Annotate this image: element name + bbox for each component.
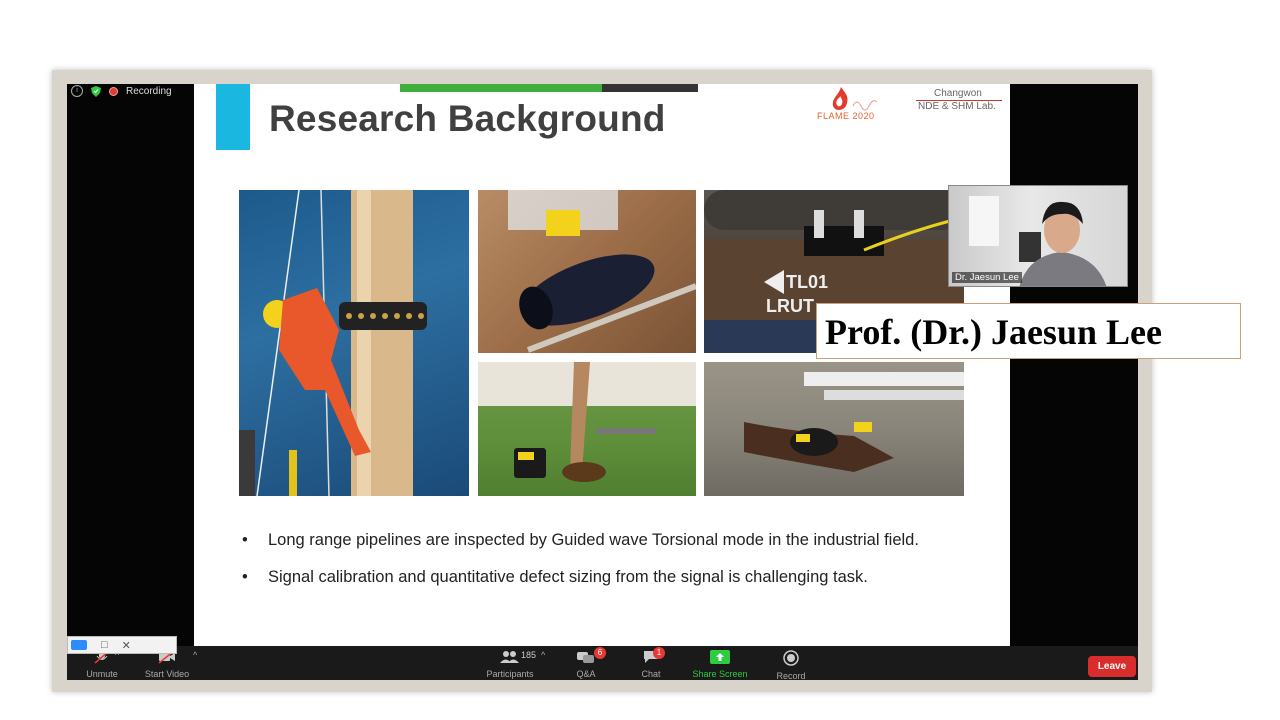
mini-window-controls: □ ✕ xyxy=(67,636,177,654)
meeting-toolbar: Unmute ^ Start Video ^ 185 Participants … xyxy=(67,646,1138,680)
photo-offshore-pile xyxy=(239,190,469,496)
start-video-label: Start Video xyxy=(144,669,190,679)
pipe-marking-tl01: TL01 xyxy=(786,272,828,292)
unmute-label: Unmute xyxy=(86,669,118,679)
share-screen-label: Share Screen xyxy=(692,669,748,679)
photo-pipe-on-grass xyxy=(478,362,696,496)
recording-label: Recording xyxy=(126,85,172,97)
chat-button[interactable]: 1 Chat xyxy=(637,647,665,679)
shield-icon[interactable] xyxy=(91,85,101,97)
participants-label: Participants xyxy=(486,669,534,679)
participants-chevron-icon[interactable]: ^ xyxy=(541,650,545,660)
speaker-name-caption: Prof. (Dr.) Jaesun Lee xyxy=(816,303,1241,359)
zoom-logo-icon xyxy=(71,640,87,650)
lab-name-line1: Changwon xyxy=(934,88,982,99)
recording-icon xyxy=(109,86,118,96)
zoom-window: i Recording Research Background FLAME 20… xyxy=(67,84,1138,680)
qa-button[interactable]: 6 Q&A xyxy=(572,647,606,679)
participants-icon xyxy=(500,651,519,663)
bullet-item: • Signal calibration and quantitative de… xyxy=(239,561,959,594)
start-video-button[interactable]: Start Video xyxy=(137,650,197,679)
chat-badge: 1 xyxy=(653,647,665,659)
info-icon[interactable]: i xyxy=(71,85,83,97)
webcam-name-label: Dr. Jaesun Lee xyxy=(952,272,1022,283)
restore-window-icon[interactable]: □ xyxy=(101,639,108,651)
speaker-video-tile[interactable]: Dr. Jaesun Lee xyxy=(948,185,1128,287)
share-screen-icon xyxy=(710,650,730,664)
lab-name-line2: NDE & SHM Lab. xyxy=(918,101,996,112)
slide-bullets: • Long range pipelines are inspected by … xyxy=(239,524,959,594)
meeting-status-strip: i Recording xyxy=(67,84,172,98)
bullet-item: • Long range pipelines are inspected by … xyxy=(239,524,959,557)
shared-slide: Research Background FLAME 2020 Changwon … xyxy=(194,84,1010,646)
share-screen-button[interactable]: Share Screen xyxy=(689,650,751,679)
record-icon xyxy=(783,650,799,666)
participants-count: 185 xyxy=(521,650,537,660)
slide-title: Research Background xyxy=(269,98,666,139)
video-options-chevron-icon[interactable]: ^ xyxy=(193,650,197,660)
record-button[interactable]: Record xyxy=(773,650,809,680)
record-label: Record xyxy=(776,671,806,680)
qa-icon xyxy=(577,652,594,663)
leave-button[interactable]: Leave xyxy=(1088,656,1136,677)
qa-label: Q&A xyxy=(576,669,596,679)
photo-excavated-pipe xyxy=(478,190,696,353)
bullet-dot-icon: • xyxy=(242,531,248,549)
flame-logo-text: FLAME 2020 xyxy=(817,111,875,121)
chat-label: Chat xyxy=(641,669,661,679)
screen-share-banner[interactable] xyxy=(400,84,698,92)
close-window-icon[interactable]: ✕ xyxy=(122,639,131,652)
bullet-text: Long range pipelines are inspected by Gu… xyxy=(268,531,919,549)
title-accent-bar xyxy=(216,84,250,150)
bullet-dot-icon: • xyxy=(242,568,248,586)
participants-button[interactable]: 185 Participants xyxy=(475,650,545,679)
photo-pipe-on-ground xyxy=(704,362,964,496)
qa-badge: 6 xyxy=(594,647,606,659)
pipe-marking-lrut: LRUT xyxy=(766,296,814,316)
unmute-button[interactable]: Unmute xyxy=(77,650,127,679)
bullet-text: Signal calibration and quantitative defe… xyxy=(268,568,868,586)
